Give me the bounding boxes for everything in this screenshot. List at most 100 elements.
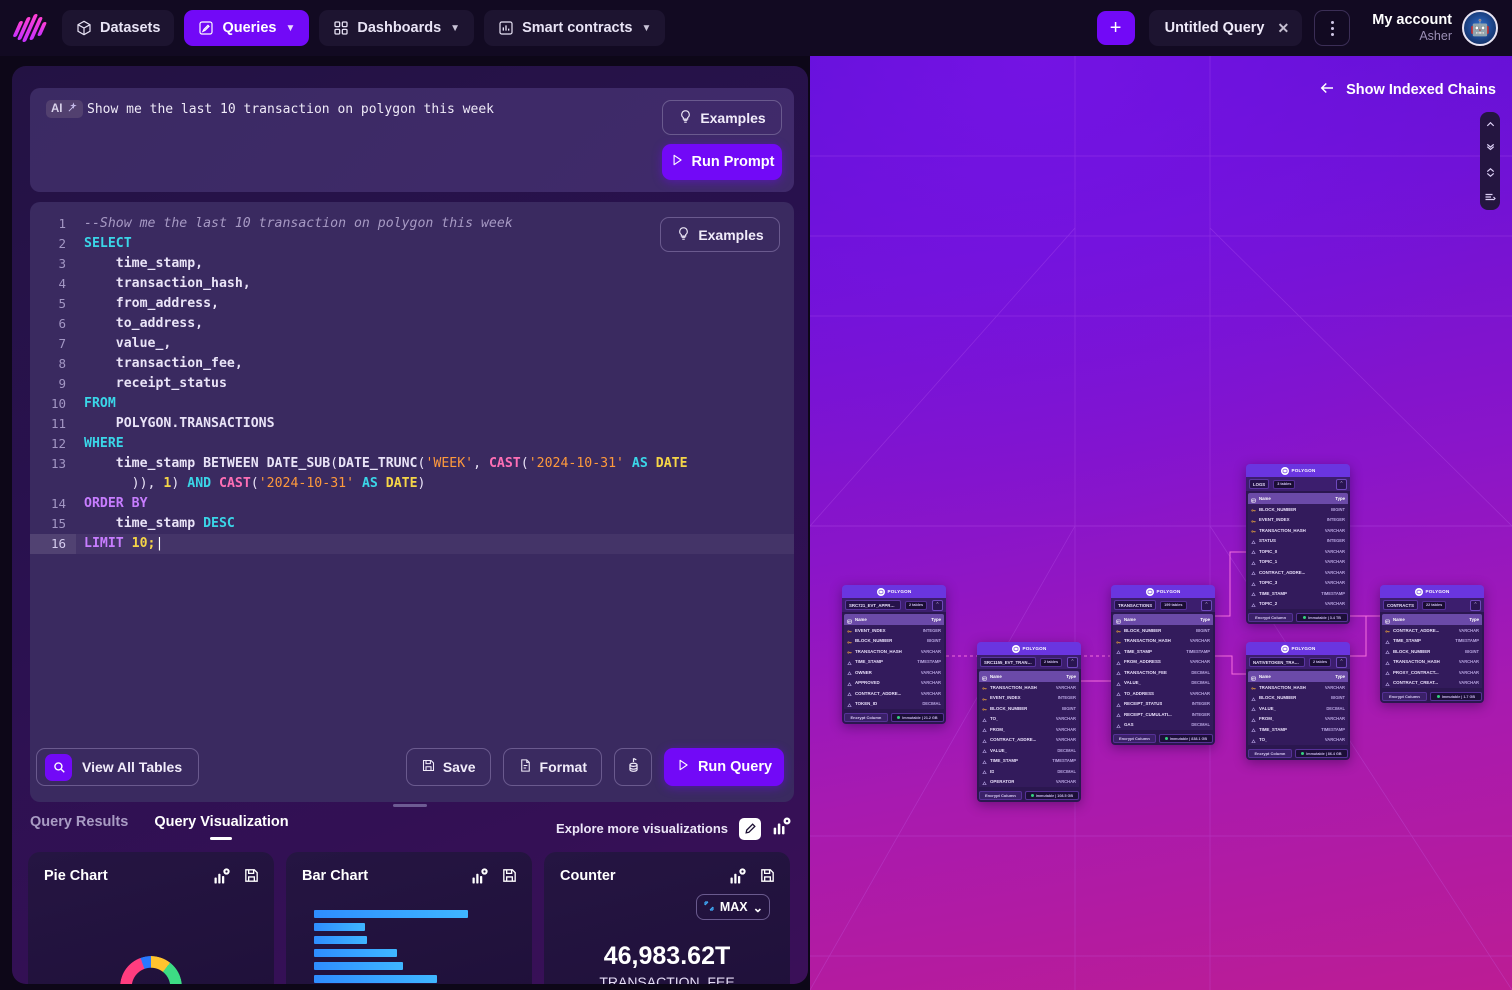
chart-settings-icon[interactable] <box>471 867 489 890</box>
encrypt-column-button[interactable]: Encrypt Column <box>1248 749 1292 758</box>
line-number: 14 <box>30 494 76 514</box>
show-indexed-chains-label: Show Indexed Chains <box>1346 82 1496 98</box>
viz-card-title: Pie Chart <box>44 868 108 884</box>
schema-node[interactable]: POLYGONSRC1155_EVT_TRANSFER2 tables⌃Name… <box>977 642 1081 802</box>
collapse-node-button[interactable]: ⌃ <box>1201 600 1212 611</box>
node-body: NameTypeBLOCK_NUMBERBIGINTTRANSACTION_HA… <box>1111 612 1215 732</box>
collapse-node-button[interactable]: ⌃ <box>1470 600 1481 611</box>
schema-node[interactable]: POLYGONTRANSACTIONS199 tables⌃NameTypeBL… <box>1111 585 1215 745</box>
ai-badge-label: AI <box>51 103 63 115</box>
node-chain-header: POLYGON <box>842 585 946 598</box>
node-table-count: 22 tables <box>1422 601 1446 610</box>
pencil-icon[interactable] <box>739 818 761 840</box>
view-all-tables-button[interactable]: View All Tables <box>36 748 199 786</box>
new-query-button[interactable]: + <box>1097 11 1135 45</box>
collapse-node-button[interactable]: ⌃ <box>1336 479 1347 490</box>
close-icon[interactable]: ✕ <box>1278 20 1290 37</box>
schema-canvas[interactable]: Show Indexed Chains <box>810 56 1512 990</box>
more-options-button[interactable] <box>1314 10 1350 46</box>
counter-aggregation-select[interactable]: MAX ⌄ <box>696 894 770 920</box>
editor-examples-button[interactable]: Examples <box>660 217 780 252</box>
schema-node[interactable]: POLYGONSRC721_EVT_APPROVAL2 tables⌃NameT… <box>842 585 946 724</box>
explore-label[interactable]: Explore more visualizations <box>556 821 728 836</box>
format-button[interactable]: Format <box>503 748 602 786</box>
column-name-header: Name <box>1259 496 1271 501</box>
column-name: TOPIC_1 <box>1259 559 1277 564</box>
arrow-left-icon <box>1318 79 1336 101</box>
line-number: 6 <box>30 314 76 334</box>
collapse-node-button[interactable]: ⌃ <box>932 600 943 611</box>
avatar[interactable]: 🤖 <box>1462 10 1498 46</box>
code-token: LIMIT <box>84 536 132 551</box>
column-name: OWNER <box>855 670 872 675</box>
database-settings-button[interactable] <box>614 748 652 786</box>
viz-card-pie-chart[interactable]: Pie Chart <box>28 852 274 984</box>
ai-prompt-input[interactable]: Show me the last 10 transaction on polyg… <box>87 100 634 120</box>
tab-query-visualization[interactable]: Query Visualization <box>154 814 288 840</box>
schema-column: VALUE_DECIMAL <box>1113 678 1213 689</box>
column-name-header: Name <box>855 617 867 622</box>
run-prompt-button[interactable]: Run Prompt <box>662 144 782 180</box>
save-icon[interactable] <box>501 867 518 890</box>
ai-examples-button[interactable]: Examples <box>662 100 782 135</box>
node-chain-label: POLYGON <box>1023 646 1047 651</box>
encrypt-column-button[interactable]: Encrypt Column <box>1113 734 1156 743</box>
code-line: 6 to_address, <box>30 314 794 334</box>
node-body: NameTypeEVENT_INDEXINTEGERBLOCK_NUMBERBI… <box>842 612 946 711</box>
schema-column: TIME_STAMPTIMESTAMP <box>1248 724 1348 735</box>
cube-icon <box>76 20 92 36</box>
column-name: FROM_ <box>990 727 1005 732</box>
nav-item-datasets[interactable]: Datasets <box>62 10 174 46</box>
schema-node[interactable]: POLYGONCONTRACTS22 tables⌃NameTypeCONTRA… <box>1380 585 1484 703</box>
column-type: VARCHAR <box>921 680 941 685</box>
save-button[interactable]: Save <box>406 748 491 786</box>
code-token: DATE <box>386 476 418 491</box>
sql-code-area[interactable]: 1--Show me the last 10 transaction on po… <box>30 214 794 740</box>
run-query-button[interactable]: Run Query <box>664 748 784 786</box>
column-type: VARCHAR <box>921 691 941 696</box>
column-type: DECIMAL <box>1191 670 1210 675</box>
nav-item-smart-contracts[interactable]: Smart contracts ▼ <box>484 10 665 46</box>
node-subheader: NATIVETOKEN_TRANSF...2 tables⌃ <box>1246 655 1350 669</box>
query-tab[interactable]: Untitled Query ✕ <box>1149 10 1303 46</box>
encrypt-column-button[interactable]: Encrypt Column <box>979 791 1022 800</box>
account-info[interactable]: My account Asher <box>1372 12 1452 43</box>
collapse-icon[interactable] <box>1485 143 1496 154</box>
encrypt-column-button[interactable]: Encrypt Column <box>1382 692 1427 701</box>
save-icon[interactable] <box>759 867 776 890</box>
expand-icon[interactable] <box>1485 167 1496 178</box>
viz-card-bar-chart[interactable]: Bar Chart <box>286 852 532 984</box>
editor-toolbar: View All Tables Save <box>30 740 794 802</box>
code-line: 10FROM <box>30 394 794 414</box>
chart-settings-icon[interactable] <box>772 816 792 841</box>
nav-item-dashboards[interactable]: Dashboards ▼ <box>319 10 474 46</box>
align-icon[interactable] <box>1484 191 1496 203</box>
code-token: FROM <box>84 396 116 411</box>
node-chain-label: POLYGON <box>1426 589 1450 594</box>
column-name: BLOCK_NUMBER <box>1393 649 1430 654</box>
node-body: NameTypeTRANSACTION_HASHVARCHARBLOCK_NUM… <box>1246 669 1350 747</box>
sql-editor[interactable]: Examples 1--Show me the last 10 transact… <box>30 202 794 802</box>
column-name: EVENT_INDEX <box>855 628 886 633</box>
schema-node[interactable]: POLYGONLOGS3 tables⌃NameTypeBLOCK_NUMBER… <box>1246 464 1350 624</box>
schema-column: VALUE_DECIMAL <box>979 745 1079 756</box>
app-logo[interactable] <box>14 13 48 43</box>
collapse-node-button[interactable]: ⌃ <box>1067 657 1078 668</box>
chevron-up-icon[interactable] <box>1485 119 1496 130</box>
node-body: NameTypeTRANSACTION_HASHVARCHAREVENT_IND… <box>977 669 1081 789</box>
line-number: 5 <box>30 294 76 314</box>
database-icon <box>625 757 642 777</box>
node-subheader: LOGS3 tables⌃ <box>1246 477 1350 491</box>
show-indexed-chains-button[interactable]: Show Indexed Chains <box>1318 79 1496 101</box>
save-icon[interactable] <box>243 867 260 890</box>
chart-settings-icon[interactable] <box>729 867 747 890</box>
collapse-node-button[interactable]: ⌃ <box>1336 657 1347 668</box>
panel-resize-handle[interactable] <box>393 804 427 807</box>
chart-settings-icon[interactable] <box>213 867 231 890</box>
nav-item-queries[interactable]: Queries ▼ <box>184 10 309 46</box>
schema-node[interactable]: POLYGONNATIVETOKEN_TRANSF...2 tables⌃Nam… <box>1246 642 1350 760</box>
encrypt-column-button[interactable]: Encrypt Column <box>844 713 888 722</box>
tab-query-results[interactable]: Query Results <box>30 814 128 840</box>
encrypt-column-button[interactable]: Encrypt Column <box>1248 613 1293 622</box>
viz-card-counter[interactable]: Counter <box>544 852 790 984</box>
